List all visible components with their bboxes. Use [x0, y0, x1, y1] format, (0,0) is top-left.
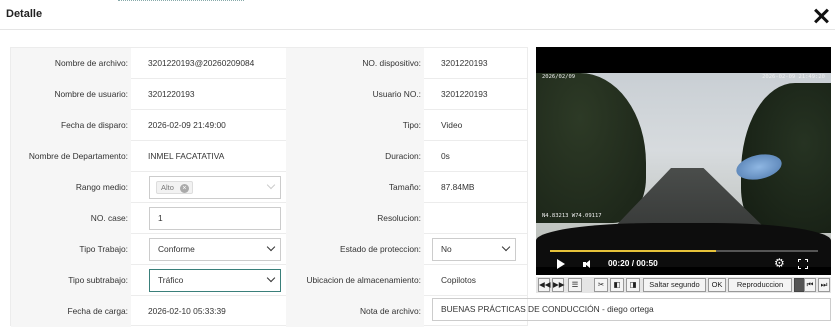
tag-remove-icon[interactable]: ×: [179, 183, 189, 193]
label-resolucion: Resolucion:: [286, 203, 424, 234]
value-tipo: Video: [441, 120, 463, 130]
video-frame: [536, 73, 831, 267]
video-player[interactable]: 2026/02/09 2026-02-09 21:49:20 N4.83213 …: [536, 47, 831, 275]
form-row: Rango medio: Alto × Tamaño: 87.84MB: [11, 172, 527, 203]
tipo-trabajo-select[interactable]: Conforme: [149, 238, 281, 261]
tipo-trabajo-cell: Conforme: [131, 234, 286, 265]
dialog-title: Detalle: [6, 8, 43, 20]
no-case-cell: 1: [131, 203, 286, 234]
rango-tag-label: Alto: [161, 183, 174, 192]
estado-proteccion-cell: No: [424, 234, 527, 265]
cut-icon[interactable]: ✂: [594, 278, 608, 292]
label-duracion: Duracion:: [286, 141, 424, 172]
skip-start-icon[interactable]: ⏮: [804, 278, 816, 292]
form-row: NO. case: 1 Resolucion:: [11, 203, 527, 234]
form-row: Tipo subtrabajo: Tráfico Ubicacion de al…: [11, 265, 527, 296]
rewind-icon[interactable]: ◀◀: [538, 278, 551, 292]
reproduccion-select[interactable]: Reproduccion: [728, 278, 792, 292]
rango-medio-cell: Alto ×: [131, 172, 286, 203]
label-departamento: Nombre de Departamento:: [11, 141, 131, 172]
label-tipo-subtrabajo: Tipo subtrabajo:: [11, 265, 131, 296]
label-no-dispositivo: NO. dispositivo:: [286, 48, 424, 79]
label-usuario-no: Usuario NO.:: [286, 79, 424, 110]
volume-icon[interactable]: [583, 260, 591, 269]
label-no-case: NO. case:: [11, 203, 131, 234]
video-controls: 00:20 / 00:50 ⚙: [536, 252, 831, 275]
list-icon[interactable]: ☰: [568, 278, 582, 292]
nota-archivo-input[interactable]: BUENAS PRÁCTICAS DE CONDUCCIÓN - diego o…: [432, 298, 831, 321]
tipo-subtrabajo-value: Tráfico: [158, 275, 184, 285]
dialog-header: Detalle: [0, 0, 835, 30]
label-nombre-usuario: Nombre de usuario:: [11, 79, 131, 110]
value-nombre-archivo: 3201220193@20260209084: [148, 58, 255, 68]
frame-forward-icon[interactable]: ◨: [626, 278, 640, 292]
playback-toolbar: ◀◀ ▶▶ ☰ ✂ ◧ ◨ Saltar segundo OK Reproduc…: [536, 277, 831, 293]
value-tamano: 87.84MB: [441, 182, 475, 192]
osd-top-right: 2026-02-09 21:49:20: [762, 74, 825, 80]
forward-icon[interactable]: ▶▶: [552, 278, 565, 292]
value-ubicacion: Copilotos: [441, 275, 476, 285]
form-row: Tipo Trabajo: Conforme Estado de protecc…: [11, 234, 527, 265]
form-row: Fecha de disparo: 2026-02-09 21:49:00 Ti…: [11, 110, 527, 141]
label-rango-medio: Rango medio:: [11, 172, 131, 203]
top-divider: [118, 0, 244, 3]
close-icon[interactable]: [813, 8, 829, 24]
rango-medio-select[interactable]: Alto ×: [149, 176, 281, 199]
label-ubicacion: Ubicacion de almacenamiento:: [286, 265, 424, 296]
value-resolucion: [424, 203, 527, 234]
tipo-subtrabajo-select[interactable]: Tráfico: [149, 269, 281, 292]
value-departamento: INMEL FACATATIVA: [148, 151, 225, 161]
value-duracion: 0s: [441, 151, 450, 161]
form-row: Nombre de usuario: 3201220193 Usuario NO…: [11, 79, 527, 110]
chevron-down-icon: [502, 245, 510, 253]
label-estado-proteccion: Estado de proteccion:: [286, 234, 424, 265]
value-fecha-carga: 2026-02-10 05:33:39: [148, 306, 226, 316]
label-tipo-trabajo: Tipo Trabajo:: [11, 234, 131, 265]
tipo-trabajo-value: Conforme: [158, 244, 195, 254]
estado-proteccion-select[interactable]: No: [432, 238, 516, 261]
ok-button[interactable]: OK: [708, 278, 726, 292]
form-row: Nombre de Departamento: INMEL FACATATIVA…: [11, 141, 527, 172]
skip-end-icon[interactable]: ⏭: [818, 278, 830, 292]
chevron-down-icon: [267, 276, 275, 284]
saltar-segundo-input[interactable]: Saltar segundo: [643, 278, 706, 292]
chevron-down-icon: [267, 183, 275, 191]
label-tamano: Tamaño:: [286, 172, 424, 203]
form-row: Nombre de archivo: 3201220193@2026020908…: [11, 48, 527, 79]
value-no-dispositivo: 3201220193: [441, 58, 488, 68]
estado-proteccion-value: No: [441, 244, 452, 254]
gear-icon[interactable]: ⚙: [774, 257, 785, 269]
label-nota-archivo: Nota de archivo:: [286, 296, 424, 327]
label-fecha-carga: Fecha de carga:: [11, 296, 131, 327]
chevron-down-icon: [267, 245, 275, 253]
label-tipo: Tipo:: [286, 110, 424, 141]
value-nombre-usuario: 3201220193: [148, 89, 195, 99]
value-fecha-disparo: 2026-02-09 21:49:00: [148, 120, 226, 130]
label-fecha-disparo: Fecha de disparo:: [11, 110, 131, 141]
osd-top-left: 2026/02/09: [542, 74, 576, 80]
label-nombre-archivo: Nombre de archivo:: [11, 48, 131, 79]
detail-form: Nombre de archivo: 3201220193@2026020908…: [10, 47, 528, 327]
osd-bottom-left: N4.83213 W74.09117: [542, 213, 602, 219]
no-case-input[interactable]: 1: [149, 207, 281, 230]
rango-tag: Alto ×: [156, 181, 193, 194]
frame-back-icon[interactable]: ◧: [610, 278, 624, 292]
tipo-subtrabajo-cell: Tráfico: [131, 265, 286, 296]
fullscreen-icon[interactable]: [798, 259, 808, 269]
play-icon[interactable]: [557, 259, 565, 269]
value-usuario-no: 3201220193: [441, 89, 488, 99]
video-time: 00:20 / 00:50: [608, 258, 658, 268]
